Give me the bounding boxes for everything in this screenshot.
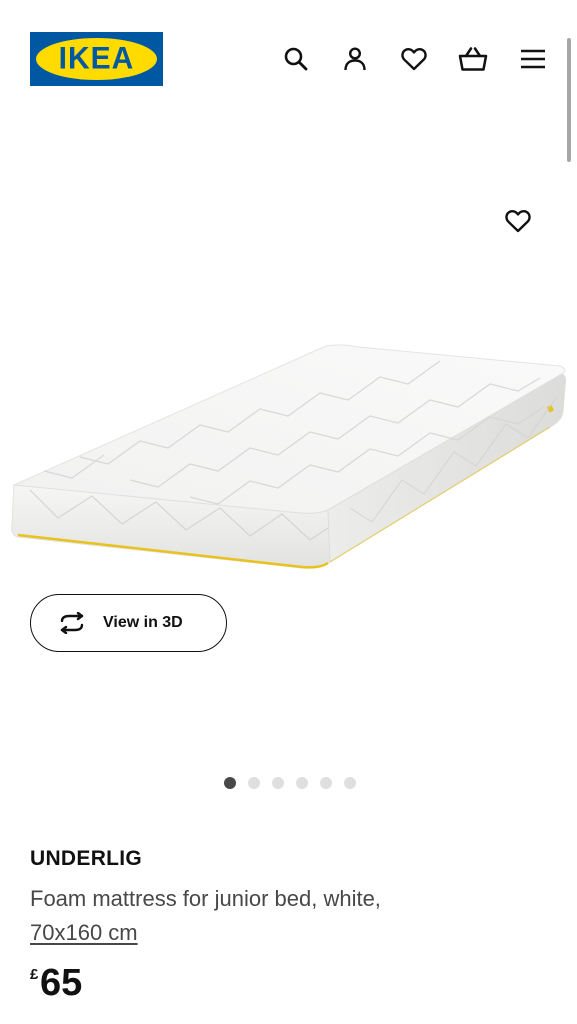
product-name: UNDERLIG bbox=[30, 847, 143, 870]
carousel-dot-2[interactable] bbox=[248, 777, 260, 789]
add-to-favourites-button[interactable] bbox=[500, 203, 536, 239]
price-amount: 65 bbox=[40, 962, 83, 1004]
search-button[interactable] bbox=[279, 42, 313, 76]
rotate-icon bbox=[60, 612, 84, 634]
basket-icon bbox=[458, 47, 488, 71]
site-header: IKEA ® bbox=[0, 0, 577, 110]
heart-icon bbox=[505, 210, 531, 233]
search-icon bbox=[284, 47, 308, 71]
heart-icon bbox=[401, 48, 427, 71]
logo-registered-mark: ® bbox=[151, 40, 157, 47]
user-icon bbox=[344, 47, 366, 71]
favourites-button[interactable] bbox=[397, 42, 431, 76]
ikea-logo[interactable]: IKEA ® bbox=[30, 32, 163, 86]
carousel-dot-1[interactable] bbox=[224, 777, 236, 789]
basket-button[interactable] bbox=[456, 42, 490, 76]
menu-icon bbox=[521, 49, 545, 69]
product-description: Foam mattress for junior bed, white, bbox=[30, 886, 381, 911]
logo-text: IKEA bbox=[58, 41, 135, 76]
carousel-dot-4[interactable] bbox=[296, 777, 308, 789]
carousel-pagination bbox=[224, 777, 356, 789]
carousel-dot-5[interactable] bbox=[320, 777, 332, 789]
product-image-mattress[interactable] bbox=[10, 340, 572, 578]
account-button[interactable] bbox=[338, 42, 372, 76]
scrollbar-thumb[interactable] bbox=[567, 38, 571, 162]
product-size-link[interactable]: 70x160 cm bbox=[30, 917, 138, 949]
carousel-dot-3[interactable] bbox=[272, 777, 284, 789]
view-in-3d-button[interactable]: View in 3D bbox=[30, 594, 227, 652]
price-currency: £ bbox=[30, 966, 39, 983]
view-in-3d-label: View in 3D bbox=[103, 614, 183, 631]
menu-button[interactable] bbox=[516, 42, 550, 76]
carousel-dot-6[interactable] bbox=[344, 777, 356, 789]
